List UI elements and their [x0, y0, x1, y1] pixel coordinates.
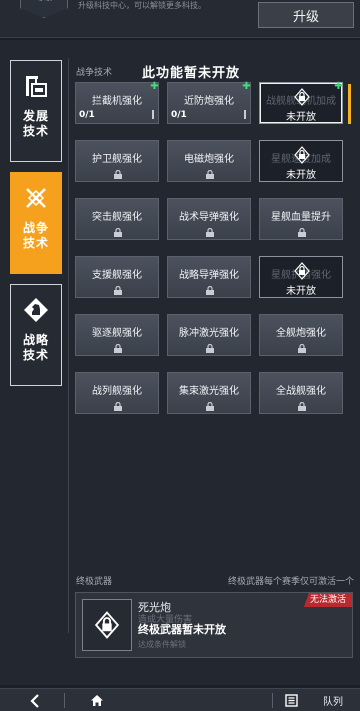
back-button[interactable]	[20, 689, 50, 711]
tech-name: 拦截机强化	[92, 96, 142, 107]
tech-card[interactable]: 全战舰强化	[259, 372, 343, 414]
tech-card[interactable]: 战列舰强化	[75, 372, 159, 414]
tech-name: 近防炮强化	[184, 96, 234, 107]
chevron-left-icon	[30, 693, 39, 708]
sidebar-item-strategy[interactable]: 战略技术	[10, 284, 62, 386]
tech-name: 战列舰强化	[92, 386, 142, 397]
tech-card[interactable]: 驱逐舰强化	[75, 314, 159, 356]
lock-icon	[206, 286, 214, 295]
sidebar-item-development[interactable]: 发展技术	[10, 60, 62, 162]
lock-icon	[94, 611, 120, 639]
list-icon	[284, 694, 298, 707]
progress-bar	[152, 110, 154, 119]
tech-name: 全舰炮强化	[276, 328, 326, 339]
tech-name: 驱逐舰强化	[92, 328, 142, 339]
unavailable-notice: 此功能暂未开放	[142, 66, 241, 81]
chess-knight-icon	[23, 297, 49, 323]
tech-card[interactable]: 全舰炮强化	[259, 314, 343, 356]
new-marker-icon: ✚	[150, 81, 159, 92]
queue-button[interactable]: 队列	[316, 689, 350, 711]
lock-icon	[206, 344, 214, 353]
tech-progress: 0/1	[171, 110, 187, 120]
lock-icon	[294, 146, 310, 164]
tech-status: 未开放	[286, 112, 316, 123]
tech-card[interactable]: 拦截机强化 0/1 ✚	[75, 82, 159, 124]
tech-name: 护卫舰强化	[92, 154, 142, 165]
ultimate-weapon-slot	[82, 599, 132, 651]
tech-status: 未开放	[286, 170, 316, 181]
crossed-swords-icon	[23, 185, 49, 211]
home-icon	[91, 695, 103, 706]
lock-icon	[114, 344, 122, 353]
sidebar-item-war[interactable]: 战争技术	[10, 172, 62, 274]
development-icon	[23, 73, 49, 99]
tech-card[interactable]: 近防炮强化 0/1 ✚	[167, 82, 251, 124]
divider	[64, 693, 65, 708]
lock-icon	[114, 228, 122, 237]
tech-card[interactable]: 战略导弹强化	[167, 256, 251, 298]
ultimate-section-title: 终极武器	[76, 577, 113, 587]
tech-name: 战术导弹强化	[179, 212, 239, 223]
lock-icon	[298, 228, 306, 237]
sidebar-item-label: 发展技术	[22, 109, 49, 138]
lock-icon	[294, 88, 310, 106]
home-button[interactable]	[82, 689, 112, 711]
tech-card[interactable]: 脉冲激光强化	[167, 314, 251, 356]
tech-card[interactable]: 突击舰强化	[75, 198, 159, 240]
tech-status: 未开放	[286, 286, 316, 297]
tech-name: 脉冲激光强化	[179, 328, 239, 339]
lock-icon	[114, 170, 122, 179]
lock-icon	[298, 402, 306, 411]
tech-card[interactable]: 战术导弹强化	[167, 198, 251, 240]
bottom-nav: 队列	[0, 688, 360, 711]
tech-card[interactable]: 星舰血量提升	[259, 198, 343, 240]
lock-icon	[298, 344, 306, 353]
tech-card[interactable]: 护卫舰强化	[75, 140, 159, 182]
divider	[68, 58, 69, 633]
lock-icon	[114, 402, 122, 411]
upgrade-hint: 升级科技中心，可以解锁更多科技。	[78, 1, 206, 10]
lock-icon	[206, 170, 214, 179]
tech-card-closed[interactable]: 星舰速度加成 未开放	[259, 140, 343, 182]
lock-icon	[206, 228, 214, 237]
new-marker-icon: ✚	[242, 81, 251, 92]
queue-list-button[interactable]	[278, 689, 304, 711]
tech-progress: 0/1	[79, 110, 95, 120]
new-marker-icon: ✚	[334, 81, 343, 92]
tech-card[interactable]: 集束激光强化	[167, 372, 251, 414]
cannot-activate-badge: 无法激活	[303, 593, 352, 607]
upgrade-button[interactable]: 升级	[258, 2, 354, 28]
tech-card-closed[interactable]: 星舰护盾强化 未开放	[259, 256, 343, 298]
top-bar: 等级 升级科技中心，可以解锁更多科技。 升级	[0, 0, 360, 38]
lock-icon	[206, 402, 214, 411]
lock-icon	[294, 262, 310, 280]
level-emblem-label: 等级	[21, 0, 67, 3]
tech-card[interactable]: 电磁炮强化	[167, 140, 251, 182]
queue-label: 队列	[323, 697, 343, 708]
section-title: 战争技术	[76, 68, 113, 78]
tech-name: 全战舰强化	[276, 386, 326, 397]
tech-name: 星舰血量提升	[271, 212, 331, 223]
ultimate-weapon-card[interactable]: 死光炮 造成大量伤害 终极武器暂未开放 达成条件解锁 无法激活	[75, 592, 353, 658]
lock-icon	[114, 286, 122, 295]
scrollbar[interactable]	[348, 84, 351, 124]
tech-card-closed[interactable]: 战舰舰载机加成 未开放 ✚	[259, 82, 343, 124]
sidebar-item-label: 战争技术	[22, 221, 49, 250]
tech-name: 电磁炮强化	[184, 154, 234, 165]
ultimate-hint: 终极武器每个赛季仅可激活一个	[227, 577, 354, 587]
progress-bar	[244, 110, 246, 119]
tech-name: 支援舰强化	[92, 270, 142, 281]
divider	[272, 693, 273, 708]
tech-name: 战略导弹强化	[179, 270, 239, 281]
ultimate-weapon-condition: 达成条件解锁	[138, 640, 186, 649]
tech-name: 突击舰强化	[92, 212, 142, 223]
sidebar-item-label: 战略技术	[22, 333, 49, 362]
tech-name: 集束激光强化	[179, 386, 239, 397]
ultimate-weapon-status: 终极武器暂未开放	[138, 623, 226, 636]
level-emblem: 等级	[20, 0, 68, 18]
tech-card[interactable]: 支援舰强化	[75, 256, 159, 298]
